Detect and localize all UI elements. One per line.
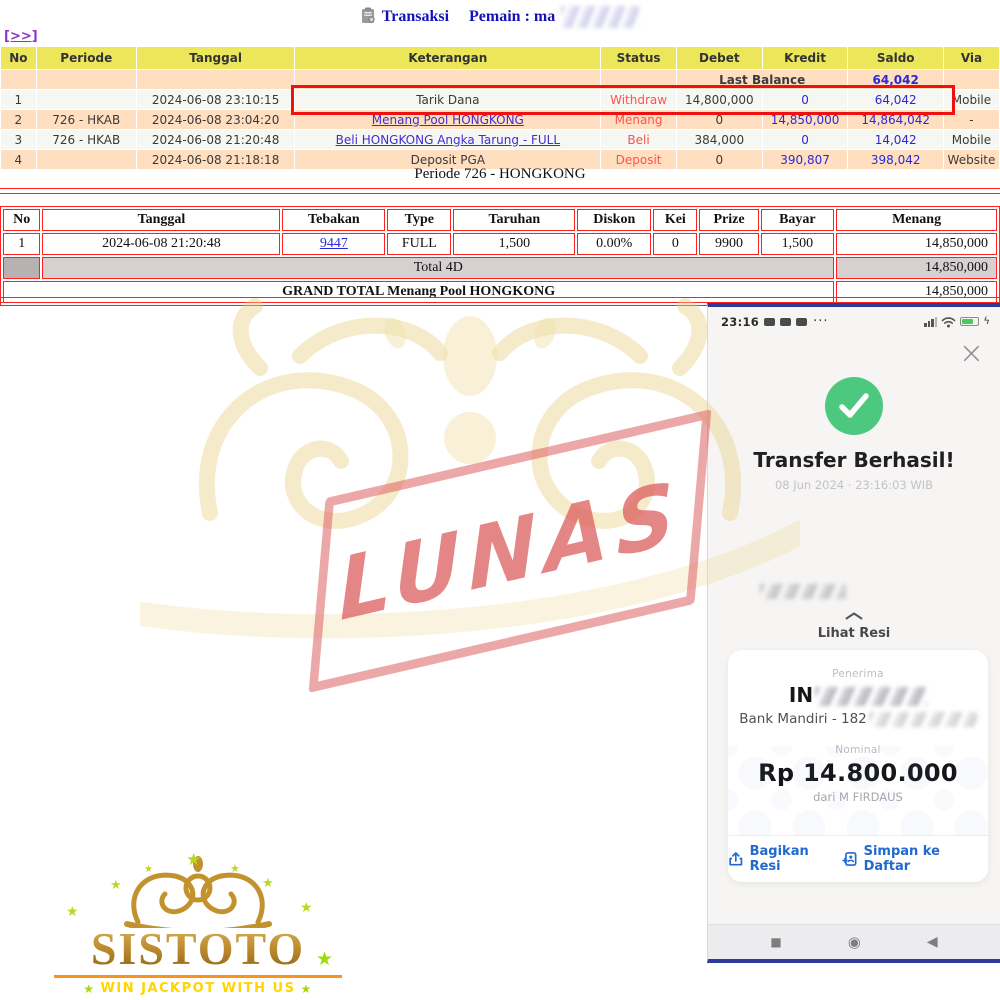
star-icon: ★ [262, 876, 274, 891]
star-icon: ★ [186, 850, 201, 870]
charging-bolt-icon: ϟ [983, 316, 990, 327]
amount-value: Rp 14.800.000 [728, 759, 988, 787]
star-icon: ★ [83, 982, 95, 996]
crown-icon: ★ ★ ★ ★ ★ ★ ★ ★ [48, 852, 348, 926]
star-icon: ★ [300, 900, 313, 916]
nav-home-icon[interactable]: ◉ [848, 933, 861, 951]
table-row: 3 726 - HKAB 2024-06-08 21:20:48 Beli HO… [1, 130, 999, 149]
transaction-table: No Periode Tanggal Keterangan Status Deb… [0, 46, 1000, 170]
col-periode: Periode [37, 47, 136, 69]
col-via: Via [944, 47, 999, 69]
divider [0, 297, 1000, 298]
last-balance-label: Last Balance [677, 70, 848, 89]
col-keterangan: Keterangan [295, 47, 600, 69]
last-balance-value: 64,042 [848, 70, 943, 89]
recipient-name: IN [728, 683, 988, 707]
receipt-actions: Bagikan Resi Simpan ke Daftar [728, 835, 988, 882]
success-check-icon [825, 377, 883, 435]
col-status: Status [601, 47, 676, 69]
lunas-stamp-text: LUNAS [336, 462, 684, 641]
col-no: No [1, 47, 36, 69]
redacted-name-blur [815, 687, 927, 706]
logo-rule [54, 975, 342, 978]
star-icon: ★ [144, 864, 153, 875]
col-saldo: Saldo [848, 47, 943, 69]
divider [0, 193, 1000, 194]
battery-icon [960, 317, 979, 326]
bet-row: 1 2024-06-08 21:20:48 9447 FULL 1,500 0.… [3, 233, 997, 255]
android-nav-bar: ■ ◉ ◀ [708, 924, 1000, 959]
star-icon: ★ [316, 948, 333, 970]
total-row: Total 4D 14,850,000 [3, 257, 997, 279]
last-balance-row: Last Balance 64,042 [1, 70, 999, 89]
transfer-datetime: 08 Jun 2024 · 23:16:03 WIB [708, 478, 1000, 492]
clipboard-icon [361, 7, 376, 28]
table-header-row: No Periode Tanggal Keterangan Status Deb… [1, 47, 999, 69]
table-row: 2 726 - HKAB 2024-06-08 23:04:20 Menang … [1, 110, 999, 129]
star-icon: ★ [110, 878, 122, 893]
tebakan-link[interactable]: 9447 [320, 236, 348, 251]
share-receipt-button[interactable]: Bagikan Resi [728, 844, 842, 874]
total-label: Total 4D [42, 257, 834, 279]
message-icon [764, 318, 775, 326]
redacted-notification-blur [760, 584, 846, 599]
page-title-player: Pemain : ma [469, 8, 555, 26]
recipient-label: Penerima [728, 668, 988, 680]
chevron-up-icon [845, 612, 863, 620]
page-header: Transaksi Pemain : ma [0, 0, 1000, 29]
receipt-card: Penerima IN Bank Mandiri - 182 Nominal R… [728, 650, 988, 882]
gold-crown-watermark [140, 298, 800, 648]
share-icon [728, 851, 744, 867]
nav-back-icon[interactable]: ◀ [927, 934, 938, 950]
col-debet: Debet [677, 47, 762, 69]
next-page-link[interactable]: [>>] [4, 29, 38, 44]
keyboard-icon [796, 318, 807, 326]
cast-icon [780, 318, 791, 326]
table-row: 1 2024-06-08 23:10:15 Tarik Dana Withdra… [1, 90, 999, 109]
grand-total-label: GRAND TOTAL Menang Pool HONGKONG [3, 281, 834, 303]
beli-hongkong-link[interactable]: Beli HONGKONG Angka Tarung - FULL [336, 133, 560, 147]
save-contact-icon [842, 851, 858, 867]
phone-status-bar: 23:16 ··· ϟ [708, 307, 1000, 329]
sender-line: dari M FIRDAUS [728, 790, 988, 804]
periode-title: Periode 726 - HONGKONG [0, 166, 1000, 183]
receipt-handle[interactable]: Lihat Resi [708, 605, 1000, 641]
redacted-username-blur [561, 6, 639, 28]
wifi-icon [941, 316, 956, 328]
receipt-handle-label[interactable]: Lihat Resi [708, 626, 1000, 641]
transfer-success-title: Transfer Berhasil! [708, 448, 1000, 472]
gold-swoosh [140, 533, 800, 626]
recipient-bank: Bank Mandiri - 182 [728, 711, 988, 727]
logo-wordmark: SISTOTO [48, 926, 348, 972]
bet-detail-table: No Tanggal Tebakan Type Taruhan Diskon K… [0, 206, 1000, 306]
lunas-stamp: LUNAS [309, 409, 712, 693]
close-icon[interactable]: × [959, 339, 984, 369]
phone-screenshot: 23:16 ··· ϟ × Transfer Berhasil! 08 Jun … [707, 303, 1000, 963]
star-icon: ★ [66, 904, 79, 920]
grand-total-value: 14,850,000 [836, 281, 997, 303]
divider [0, 188, 1000, 189]
col-tanggal: Tanggal [137, 47, 295, 69]
nav-recent-icon[interactable]: ■ [770, 935, 781, 949]
save-to-list-button[interactable]: Simpan ke Daftar [842, 844, 988, 874]
redacted-account-blur [869, 712, 977, 727]
amount-label: Nominal [728, 744, 988, 756]
signal-icon [924, 317, 937, 327]
total-value: 14,850,000 [836, 257, 997, 279]
menang-pool-link[interactable]: Menang Pool HONGKONG [372, 113, 524, 127]
bet-header-row: No Tanggal Tebakan Type Taruhan Diskon K… [3, 209, 997, 231]
star-icon: ★ [300, 982, 312, 996]
logo-tagline: ★ WIN JACKPOT WITH US ★ [48, 981, 348, 996]
more-icon: ··· [813, 314, 828, 329]
grand-total-row: GRAND TOTAL Menang Pool HONGKONG 14,850,… [3, 281, 997, 303]
star-icon: ★ [230, 862, 240, 875]
sistoto-logo: ★ ★ ★ ★ ★ ★ ★ ★ SISTOTO ★ WIN JACKPOT WI… [48, 852, 348, 996]
status-time: 23:16 [721, 315, 759, 329]
col-kredit: Kredit [763, 47, 848, 69]
page-title-prefix: Transaksi [382, 8, 449, 26]
